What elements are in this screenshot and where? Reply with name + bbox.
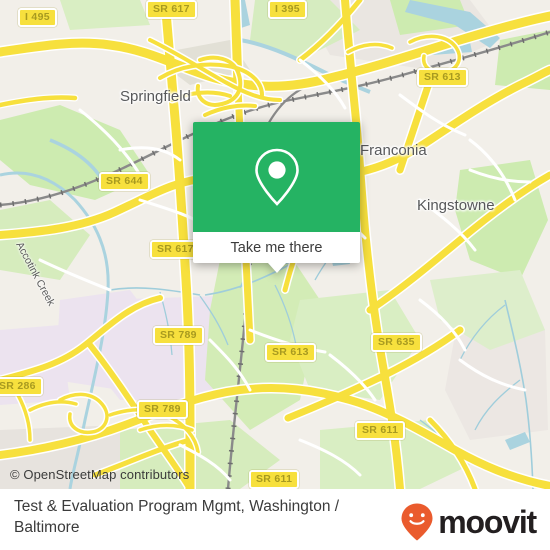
- road-shield[interactable]: SR 611: [355, 421, 406, 440]
- moovit-smiley-pin-icon: [401, 503, 433, 541]
- take-me-there-button[interactable]: Take me there: [193, 232, 360, 263]
- take-me-there-label: Take me there: [230, 239, 323, 256]
- place-label-franconia: Franconia: [360, 142, 427, 159]
- location-popup-card[interactable]: Take me there: [193, 122, 360, 273]
- moovit-logo[interactable]: moovit: [400, 502, 537, 542]
- road-shield[interactable]: SR 789: [137, 400, 188, 419]
- road-shield[interactable]: SR 611: [249, 470, 300, 489]
- location-pin-icon: [254, 148, 299, 206]
- moovit-map-screenshot: I 495 SR 617 I 395 SR 613 SR 644 SR 617 …: [0, 0, 550, 550]
- road-shield[interactable]: SR 286: [0, 377, 43, 396]
- moovit-wordmark: moovit: [438, 504, 537, 540]
- place-label-springfield: Springfield: [120, 88, 191, 105]
- place-label-kingstowne: Kingstowne: [417, 197, 495, 214]
- road-shield[interactable]: SR 613: [417, 68, 468, 87]
- road-shield[interactable]: I 395: [268, 0, 307, 19]
- popup-pointer-notch: [267, 263, 286, 273]
- footer-location-title: Test & Evaluation Program Mgmt, Washingt…: [14, 498, 340, 536]
- popup-green-panel: [193, 122, 360, 232]
- road-shield[interactable]: SR 617: [146, 0, 197, 19]
- road-shield[interactable]: SR 789: [153, 326, 204, 345]
- road-shield[interactable]: SR 613: [265, 343, 316, 362]
- osm-attribution[interactable]: © OpenStreetMap contributors: [10, 467, 189, 482]
- road-shield[interactable]: SR 644: [99, 172, 150, 191]
- footer-bar: Test & Evaluation Program Mgmt, Washingt…: [0, 489, 550, 550]
- road-shield[interactable]: I 495: [18, 8, 57, 27]
- road-shield[interactable]: SR 635: [371, 333, 422, 352]
